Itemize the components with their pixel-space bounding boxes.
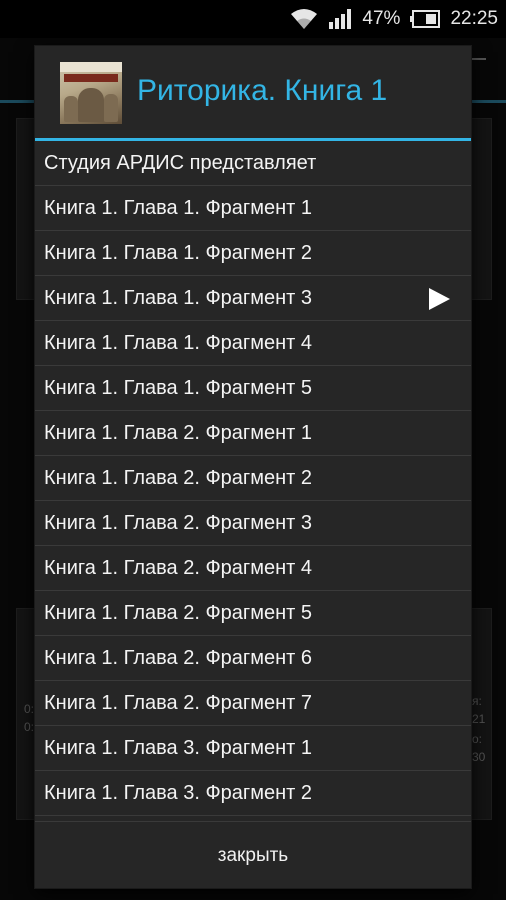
track-item[interactable]: Книга 1. Глава 1. Фрагмент 4 [35,321,471,366]
app-root: 47% 22:25 0: 0: я: 21 о: 30 Риторика. Кн… [0,0,506,900]
track-label: Книга 1. Глава 2. Фрагмент 5 [44,601,312,624]
track-label: Книга 1. Глава 2. Фрагмент 6 [44,646,312,669]
track-label: Книга 1. Глава 2. Фрагмент 4 [44,556,312,579]
overflow-menu-icon [472,58,486,60]
background-label: 0: [24,702,35,716]
track-item[interactable]: Книга 1. Глава 2. Фрагмент 4 [35,546,471,591]
book-cover-image [60,62,122,124]
track-item[interactable]: Студия АРДИС представляет [35,141,471,186]
background-label: 30 [472,750,486,764]
track-item[interactable]: Книга 1. Глава 1. Фрагмент 1 [35,186,471,231]
track-label: Книга 1. Глава 1. Фрагмент 4 [44,331,312,354]
dialog-title: Риторика. Книга 1 [137,74,388,107]
background-label: о: [472,732,483,746]
background-label: 0: [24,720,35,734]
battery-percent: 47% [362,8,401,29]
dialog-footer: закрыть [35,821,471,889]
track-label: Книга 1. Глава 1. Фрагмент 3 [44,286,312,309]
chapter-list-dialog: Риторика. Книга 1 Студия АРДИС представл… [35,46,471,888]
track-label: Студия АРДИС представляет [44,151,317,174]
track-list[interactable]: Студия АРДИС представляет Книга 1. Глава… [35,141,471,821]
track-item[interactable]: Книга 1. Глава 2. Фрагмент 2 [35,456,471,501]
battery-icon [410,10,441,28]
dialog-header: Риторика. Книга 1 [35,46,471,138]
track-item[interactable]: Книга 1. Глава 2. Фрагмент 3 [35,501,471,546]
track-item-playing[interactable]: Книга 1. Глава 1. Фрагмент 3 [35,276,471,321]
signal-icon [328,8,352,30]
background-label: 21 [472,712,486,726]
background-label: я: [472,694,482,708]
track-item[interactable]: Книга 1. Глава 2. Фрагмент 6 [35,636,471,681]
track-item[interactable]: Книга 1. Глава 2. Фрагмент 7 [35,681,471,726]
wifi-icon [290,8,318,30]
track-item[interactable]: Книга 1. Глава 3. Фрагмент 1 [35,726,471,771]
track-label: Книга 1. Глава 1. Фрагмент 1 [44,196,312,219]
track-label: Книга 1. Глава 3. Фрагмент 1 [44,736,312,759]
track-label: Книга 1. Глава 2. Фрагмент 2 [44,466,312,489]
close-button[interactable]: закрыть [188,835,318,877]
track-item[interactable]: Книга 1. Глава 1. Фрагмент 5 [35,366,471,411]
track-label: Книга 1. Глава 2. Фрагмент 7 [44,691,312,714]
track-label: Книга 1. Глава 1. Фрагмент 2 [44,241,312,264]
play-icon [427,287,451,316]
track-item[interactable]: Книга 1. Глава 2. Фрагмент 5 [35,591,471,636]
track-item[interactable]: Книга 1. Глава 1. Фрагмент 2 [35,231,471,276]
status-bar: 47% 22:25 [0,0,506,38]
track-label: Книга 1. Глава 1. Фрагмент 5 [44,376,312,399]
track-label: Книга 1. Глава 2. Фрагмент 1 [44,421,312,444]
track-item[interactable]: Книга 1. Глава 3. Фрагмент 2 [35,771,471,816]
clock: 22:25 [450,8,498,29]
track-item[interactable]: Книга 1. Глава 2. Фрагмент 1 [35,411,471,456]
track-label: Книга 1. Глава 2. Фрагмент 3 [44,511,312,534]
track-label: Книга 1. Глава 3. Фрагмент 2 [44,781,312,804]
